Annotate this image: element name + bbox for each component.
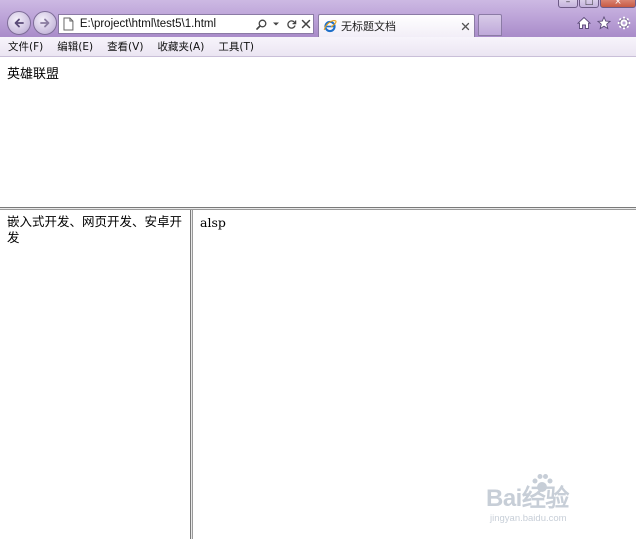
tab-active[interactable]: 无标题文档 bbox=[318, 14, 475, 37]
back-arrow-icon bbox=[14, 18, 24, 28]
left-frame-text: 嵌入式开发、网页开发、安卓开发 bbox=[7, 214, 183, 245]
baidu-jingyan-watermark: Bai经验 jingyan.baidu.com bbox=[486, 468, 604, 528]
tab-title: 无标题文档 bbox=[341, 20, 396, 33]
ie-logo-icon bbox=[323, 20, 337, 33]
address-search-button[interactable] bbox=[254, 17, 268, 31]
close-window-button[interactable]: × bbox=[600, 0, 636, 8]
browser-titlebar: – □ × E:\project\html\test5\1.html 无标题文档 bbox=[0, 0, 636, 37]
menu-bar: 文件(F) 编辑(E) 查看(V) 收藏夹(A) 工具(T) bbox=[0, 37, 636, 57]
favorites-button[interactable] bbox=[596, 15, 612, 31]
tools-button[interactable] bbox=[616, 15, 632, 31]
refresh-icon bbox=[286, 19, 296, 29]
maximize-icon: □ bbox=[584, 0, 594, 7]
chevron-down-icon bbox=[273, 22, 280, 26]
address-text[interactable]: E:\project\html\test5\1.html bbox=[80, 18, 254, 30]
menu-favorites[interactable]: 收藏夹(A) bbox=[150, 38, 211, 56]
left-frame: 嵌入式开发、网页开发、安卓开发 bbox=[0, 210, 190, 539]
tab-close-button[interactable] bbox=[459, 20, 471, 32]
star-icon bbox=[597, 16, 611, 30]
refresh-button[interactable] bbox=[284, 17, 298, 31]
home-icon bbox=[577, 16, 591, 29]
minimize-button[interactable]: – bbox=[558, 0, 578, 8]
gear-icon bbox=[617, 16, 631, 30]
top-frame: 英雄联盟 bbox=[0, 57, 636, 207]
forward-button[interactable] bbox=[33, 11, 57, 35]
menu-tools[interactable]: 工具(T) bbox=[211, 38, 261, 56]
search-icon bbox=[256, 19, 267, 30]
forward-arrow-icon bbox=[40, 18, 50, 28]
stop-button[interactable] bbox=[299, 17, 313, 31]
close-icon bbox=[461, 22, 469, 30]
address-bar[interactable]: E:\project\html\test5\1.html bbox=[58, 14, 314, 34]
close-icon: × bbox=[614, 0, 622, 7]
address-dropdown-button[interactable] bbox=[269, 17, 283, 31]
new-tab-button[interactable] bbox=[478, 14, 502, 36]
top-frame-text: 英雄联盟 bbox=[7, 67, 60, 82]
page-icon bbox=[63, 17, 74, 31]
home-button[interactable] bbox=[576, 15, 592, 31]
menu-view[interactable]: 查看(V) bbox=[100, 38, 150, 56]
minimize-icon: – bbox=[565, 0, 571, 7]
back-button[interactable] bbox=[7, 11, 31, 35]
stop-icon bbox=[301, 19, 311, 29]
right-frame-text: alsp bbox=[200, 215, 226, 230]
watermark-url: jingyan.baidu.com bbox=[490, 513, 567, 524]
maximize-button[interactable]: □ bbox=[579, 0, 599, 8]
menu-file[interactable]: 文件(F) bbox=[0, 38, 50, 56]
menu-edit[interactable]: 编辑(E) bbox=[50, 38, 100, 56]
watermark-brand: Bai经验 bbox=[486, 485, 569, 512]
